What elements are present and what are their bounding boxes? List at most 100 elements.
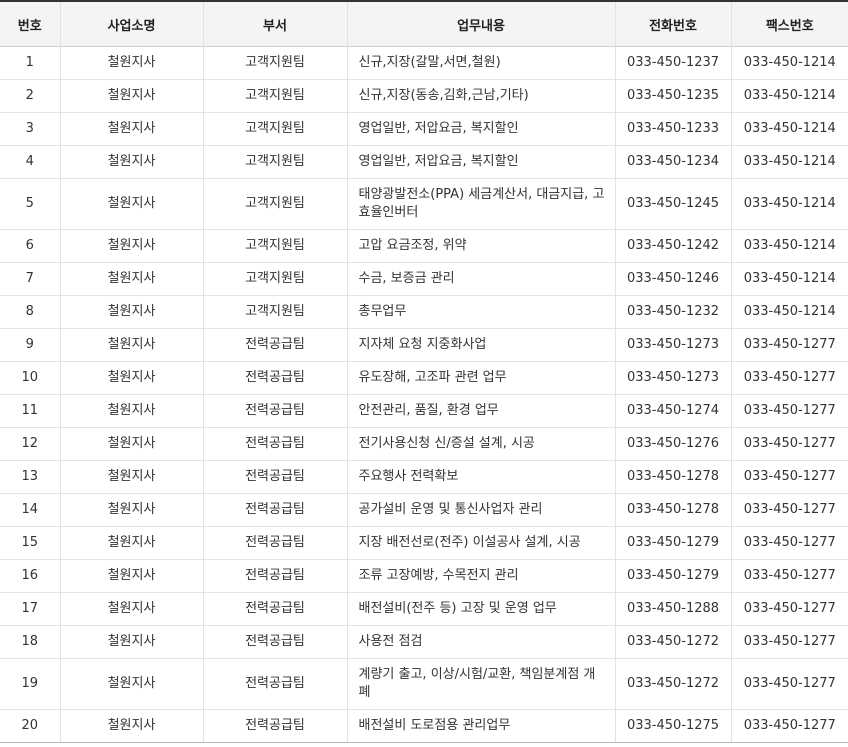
contact-table: 번호 사업소명 부서 업무내용 전화번호 팩스번호 1 철원지사 고객지원팀 신규,지… xyxy=(0,0,848,743)
fax-number: 033-450-1277 xyxy=(731,559,848,593)
office-name: 철원지사 xyxy=(60,112,204,146)
phone-number: 033-450-1242 xyxy=(615,229,732,263)
phone-number: 033-450-1234 xyxy=(615,145,732,179)
table-row: 8 철원지사 고객지원팀 총무업무 033-450-1232 033-450-1214 xyxy=(0,295,848,329)
row-number: 7 xyxy=(0,262,61,296)
row-number: 6 xyxy=(0,229,61,263)
office-name: 철원지사 xyxy=(60,262,204,296)
row-number: 17 xyxy=(0,592,61,626)
fax-number: 033-450-1277 xyxy=(731,592,848,626)
table-row: 6 철원지사 고객지원팀 고압 요금조정, 위약 033-450-1242 033-450… xyxy=(0,229,848,263)
fax-number: 033-450-1214 xyxy=(731,46,848,80)
work-description: 조류 고장예방, 수목전지 관리 xyxy=(347,559,616,593)
department: 고객지원팀 xyxy=(203,262,348,296)
fax-number: 033-450-1214 xyxy=(731,112,848,146)
phone-number: 033-450-1273 xyxy=(615,328,732,362)
phone-number: 033-450-1279 xyxy=(615,559,732,593)
row-number: 3 xyxy=(0,112,61,146)
table-header: 번호 사업소명 부서 업무내용 전화번호 팩스번호 xyxy=(0,0,848,47)
table-row: 13 철원지사 전력공급팀 주요행사 전력확보 033-450-1278 033-450-… xyxy=(0,460,848,494)
fax-number: 033-450-1277 xyxy=(731,658,848,710)
department: 전력공급팀 xyxy=(203,709,348,743)
row-number: 16 xyxy=(0,559,61,593)
phone-number: 033-450-1276 xyxy=(615,427,732,461)
fax-number: 033-450-1277 xyxy=(731,394,848,428)
department: 고객지원팀 xyxy=(203,79,348,113)
work-description: 전기사용신청 신/증설 설계, 시공 xyxy=(347,427,616,461)
office-name: 철원지사 xyxy=(60,460,204,494)
table-row: 9 철원지사 전력공급팀 지자체 요청 지중화사업 033-450-1273 033-45… xyxy=(0,328,848,362)
department: 고객지원팀 xyxy=(203,145,348,179)
work-description: 유도장해, 고조파 관련 업무 xyxy=(347,361,616,395)
work-description: 영업일반, 저압요금, 복지할인 xyxy=(347,112,616,146)
office-name: 철원지사 xyxy=(60,493,204,527)
fax-number: 033-450-1277 xyxy=(731,709,848,743)
office-name: 철원지사 xyxy=(60,361,204,395)
fax-number: 033-450-1214 xyxy=(731,262,848,296)
phone-number: 033-450-1273 xyxy=(615,361,732,395)
department: 전력공급팀 xyxy=(203,394,348,428)
office-name: 철원지사 xyxy=(60,145,204,179)
office-name: 철원지사 xyxy=(60,46,204,80)
department: 전력공급팀 xyxy=(203,493,348,527)
work-description: 계량기 출고, 이상/시험/교환, 책임분계점 개폐 xyxy=(347,658,616,710)
department: 전력공급팀 xyxy=(203,658,348,710)
office-name: 철원지사 xyxy=(60,592,204,626)
fax-number: 033-450-1214 xyxy=(731,79,848,113)
department: 전력공급팀 xyxy=(203,361,348,395)
fax-number: 033-450-1277 xyxy=(731,625,848,659)
row-number: 5 xyxy=(0,178,61,230)
table-row: 7 철원지사 고객지원팀 수금, 보증금 관리 033-450-1246 033-450-… xyxy=(0,262,848,296)
phone-number: 033-450-1237 xyxy=(615,46,732,80)
fax-number: 033-450-1214 xyxy=(731,178,848,230)
department: 전력공급팀 xyxy=(203,328,348,362)
phone-number: 033-450-1246 xyxy=(615,262,732,296)
table-row: 18 철원지사 전력공급팀 사용전 점검 033-450-1272 033-450-127… xyxy=(0,625,848,659)
office-name: 철원지사 xyxy=(60,229,204,263)
header-fax: 팩스번호 xyxy=(731,0,848,47)
work-description: 태양광발전소(PPA) 세금계산서, 대금지급, 고효율인버터 xyxy=(347,178,616,230)
office-name: 철원지사 xyxy=(60,658,204,710)
work-description: 신규,지장(갈말,서면,철원) xyxy=(347,46,616,80)
work-description: 영업일반, 저압요금, 복지할인 xyxy=(347,145,616,179)
header-office: 사업소명 xyxy=(60,0,204,47)
table-body: 1 철원지사 고객지원팀 신규,지장(갈말,서면,철원) 033-450-1237 033… xyxy=(0,46,848,743)
phone-number: 033-450-1232 xyxy=(615,295,732,329)
row-number: 14 xyxy=(0,493,61,527)
phone-number: 033-450-1279 xyxy=(615,526,732,560)
row-number: 8 xyxy=(0,295,61,329)
row-number: 10 xyxy=(0,361,61,395)
department: 전력공급팀 xyxy=(203,526,348,560)
office-name: 철원지사 xyxy=(60,79,204,113)
header-number: 번호 xyxy=(0,0,61,47)
header-phone: 전화번호 xyxy=(615,0,732,47)
work-description: 수금, 보증금 관리 xyxy=(347,262,616,296)
table-row: 20 철원지사 전력공급팀 배전설비 도로점용 관리업무 033-450-1275 033… xyxy=(0,709,848,743)
office-name: 철원지사 xyxy=(60,394,204,428)
department: 고객지원팀 xyxy=(203,295,348,329)
work-description: 배전설비(전주 등) 고장 및 운영 업무 xyxy=(347,592,616,626)
work-description: 지자체 요청 지중화사업 xyxy=(347,328,616,362)
department: 고객지원팀 xyxy=(203,229,348,263)
phone-number: 033-450-1274 xyxy=(615,394,732,428)
row-number: 2 xyxy=(0,79,61,113)
row-number: 9 xyxy=(0,328,61,362)
table-row: 3 철원지사 고객지원팀 영업일반, 저압요금, 복지할인 033-450-1233 03… xyxy=(0,112,848,146)
fax-number: 033-450-1214 xyxy=(731,295,848,329)
office-name: 철원지사 xyxy=(60,625,204,659)
table-row: 11 철원지사 전력공급팀 안전관리, 품질, 환경 업무 033-450-1274 03… xyxy=(0,394,848,428)
fax-number: 033-450-1277 xyxy=(731,361,848,395)
department: 고객지원팀 xyxy=(203,178,348,230)
fax-number: 033-450-1277 xyxy=(731,427,848,461)
table-row: 15 철원지사 전력공급팀 지장 배전선로(전주) 이설공사 설계, 시공 033-45… xyxy=(0,526,848,560)
office-name: 철원지사 xyxy=(60,295,204,329)
phone-number: 033-450-1278 xyxy=(615,460,732,494)
row-number: 20 xyxy=(0,709,61,743)
fax-number: 033-450-1214 xyxy=(731,145,848,179)
header-work: 업무내용 xyxy=(347,0,616,47)
phone-number: 033-450-1275 xyxy=(615,709,732,743)
header-department: 부서 xyxy=(203,0,348,47)
department: 고객지원팀 xyxy=(203,46,348,80)
table-row: 5 철원지사 고객지원팀 태양광발전소(PPA) 세금계산서, 대금지급, 고효율인버… xyxy=(0,178,848,230)
table-row: 16 철원지사 전력공급팀 조류 고장예방, 수목전지 관리 033-450-1279 0… xyxy=(0,559,848,593)
